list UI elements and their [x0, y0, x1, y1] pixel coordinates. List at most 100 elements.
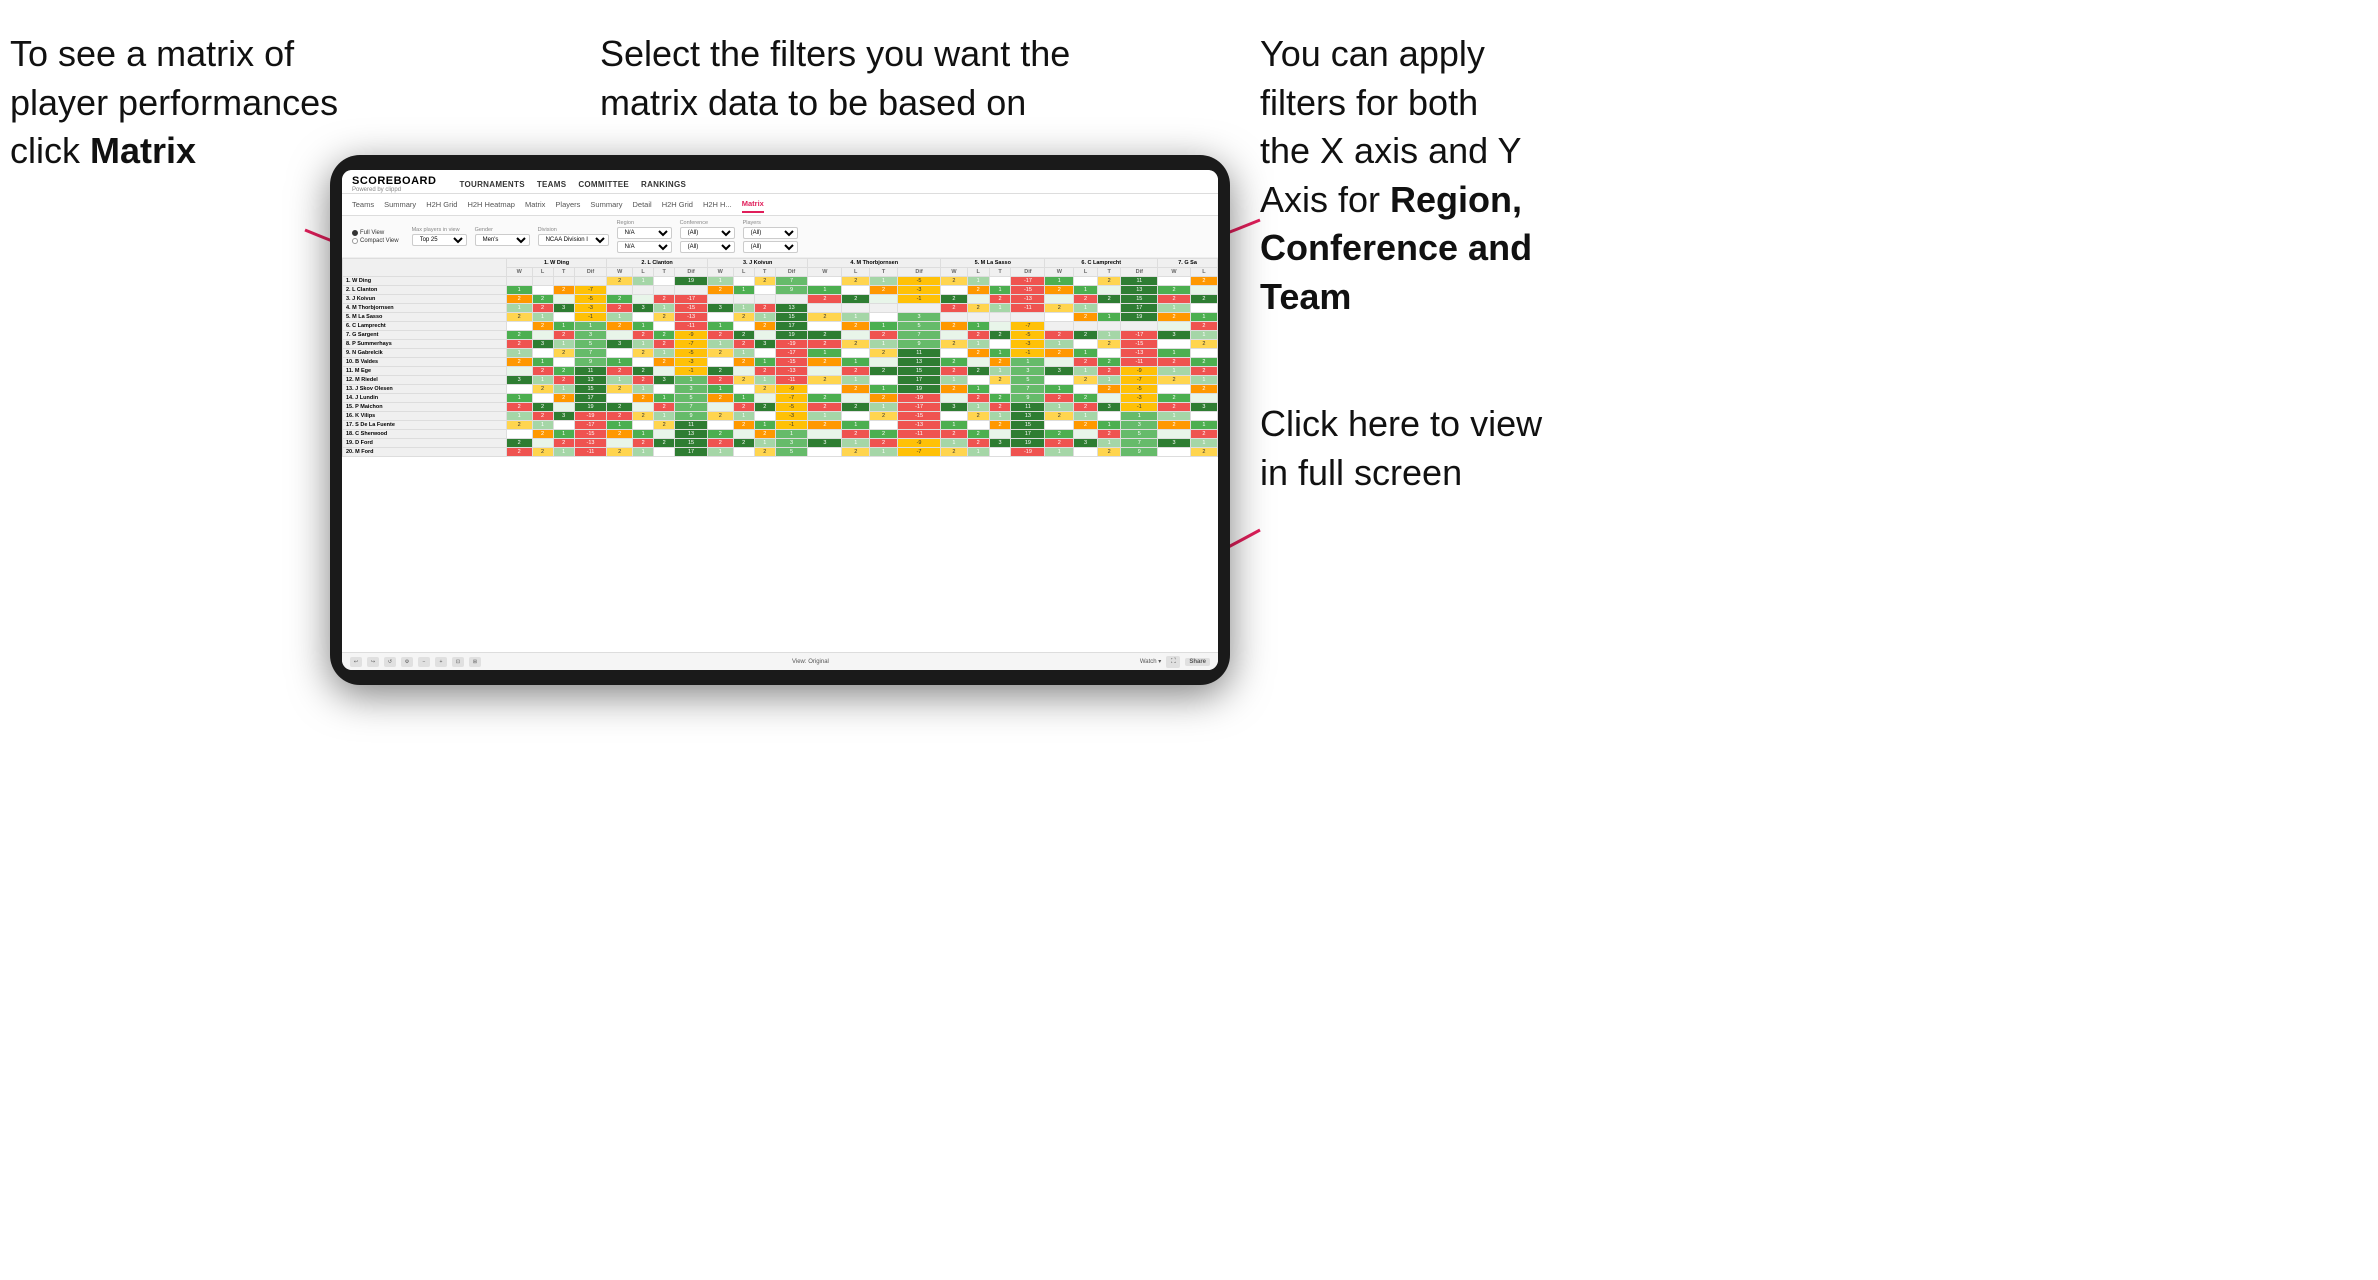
cell-r17-c19: 17 [1011, 430, 1045, 439]
cell-r6-c4 [607, 331, 633, 340]
nav-item-committee[interactable]: COMMITTEE [578, 180, 629, 189]
redo-btn[interactable]: ↪ [367, 657, 379, 667]
players-select-2[interactable]: (All) [743, 241, 798, 253]
region-select-2[interactable]: N/A [617, 241, 672, 253]
cell-r2-c21: 2 [1074, 295, 1098, 304]
nav-item-teams[interactable]: TEAMS [537, 180, 567, 189]
cell-r1-c5 [633, 286, 654, 295]
cell-r1-c20: 2 [1045, 286, 1074, 295]
full-view-dot [352, 230, 358, 236]
cell-r15-c13 [842, 412, 870, 421]
nav-item-rankings[interactable]: RANKINGS [641, 180, 686, 189]
cell-r0-c0 [506, 277, 532, 286]
watch-btn[interactable]: Watch ▾ [1140, 658, 1161, 665]
subnav-h2hgrid2[interactable]: H2H Grid [662, 197, 693, 212]
cell-r10-c17: 2 [967, 367, 989, 376]
cell-r2-c14 [870, 295, 898, 304]
cell-r17-c10: 2 [754, 430, 775, 439]
division-select[interactable]: NCAA Division I [538, 234, 609, 246]
cell-r11-c2: 2 [553, 376, 574, 385]
nav-item-tournaments[interactable]: TOURNAMENTS [459, 180, 524, 189]
subnav-matrix1[interactable]: Matrix [525, 197, 545, 212]
compact-view-dot [352, 238, 358, 244]
conference-select-2[interactable]: (All) [680, 241, 735, 253]
cell-r15-c23: 1 [1121, 412, 1158, 421]
cell-r3-c9: 1 [733, 304, 754, 313]
subnav-teams[interactable]: Teams [352, 197, 374, 212]
cell-r0-c25: 2 [1190, 277, 1217, 286]
cell-r18-c14: 2 [870, 439, 898, 448]
undo-btn[interactable]: ↩ [350, 657, 362, 667]
cell-r1-c12: 1 [808, 286, 842, 295]
cell-r18-c0: 2 [506, 439, 532, 448]
cell-r8-c5: 2 [633, 349, 654, 358]
share-btn[interactable]: Share [1185, 658, 1210, 666]
settings-btn[interactable]: ⚙ [401, 657, 413, 667]
cell-r14-c24: 2 [1158, 403, 1191, 412]
cell-r10-c7: -1 [675, 367, 708, 376]
cell-r8-c20: 2 [1045, 349, 1074, 358]
cell-r18-c23: 7 [1121, 439, 1158, 448]
cell-r10-c9 [733, 367, 754, 376]
cell-r5-c20 [1045, 322, 1074, 331]
cell-r4-c13: 1 [842, 313, 870, 322]
zoom-out-btn[interactable]: − [418, 657, 430, 667]
cell-r8-c24: 1 [1158, 349, 1191, 358]
cell-r17-c22: 2 [1097, 430, 1121, 439]
players-select-1[interactable]: (All) [743, 227, 798, 239]
fullscreen-btn[interactable]: ⛶ [1166, 656, 1180, 668]
cell-r6-c12: 2 [808, 331, 842, 340]
subnav-summary2[interactable]: Summary [590, 197, 622, 212]
zoom-in-btn[interactable]: + [435, 657, 447, 667]
cell-r18-c8: 2 [707, 439, 733, 448]
subnav-detail[interactable]: Detail [633, 197, 652, 212]
cell-r3-c16: 2 [941, 304, 968, 313]
sh-t4: T [870, 268, 898, 277]
subnav-h2hheatmap[interactable]: H2H Heatmap [467, 197, 515, 212]
cell-r3-c10: 2 [754, 304, 775, 313]
cell-r13-c21: 2 [1074, 394, 1098, 403]
reset-btn[interactable]: ⊞ [469, 657, 481, 667]
annotation-topcenter: Select the filters you want the matrix d… [600, 30, 1080, 127]
cell-r3-c15 [897, 304, 940, 313]
cell-r15-c8: 2 [707, 412, 733, 421]
cell-r12-c0 [506, 385, 532, 394]
subnav-h2hgrid1[interactable]: H2H Grid [426, 197, 457, 212]
cell-r7-c5: 1 [633, 340, 654, 349]
fit-btn[interactable]: ⊡ [452, 657, 464, 667]
cell-r7-c18 [989, 340, 1011, 349]
cell-r0-c22: 2 [1097, 277, 1121, 286]
cell-r16-c8 [707, 421, 733, 430]
subnav-summary1[interactable]: Summary [384, 197, 416, 212]
cell-r13-c18: 2 [989, 394, 1011, 403]
sh-d5: Dif [1011, 268, 1045, 277]
cell-r19-c14: 1 [870, 448, 898, 457]
cell-r14-c0: 2 [506, 403, 532, 412]
cell-r18-c4 [607, 439, 633, 448]
cell-r2-c10 [754, 295, 775, 304]
cell-r12-c6 [654, 385, 675, 394]
cell-r18-c2: 2 [553, 439, 574, 448]
cell-r16-c9: 2 [733, 421, 754, 430]
cell-r3-c7: -15 [675, 304, 708, 313]
subnav-matrix2[interactable]: Matrix [742, 196, 764, 213]
cell-r7-c15: 9 [897, 340, 940, 349]
cell-r1-c18: 1 [989, 286, 1011, 295]
subnav-players[interactable]: Players [555, 197, 580, 212]
cell-r8-c25 [1190, 349, 1217, 358]
cell-r12-c21 [1074, 385, 1098, 394]
region-select-1[interactable]: N/A [617, 227, 672, 239]
max-players-select[interactable]: Top 25 [412, 234, 467, 246]
compact-view-radio[interactable]: Compact View [352, 238, 399, 244]
gender-select[interactable]: Men's [475, 234, 530, 246]
cell-r7-c17: 1 [967, 340, 989, 349]
subnav-h2hh[interactable]: H2H H... [703, 197, 732, 212]
cell-r0-c7: 19 [675, 277, 708, 286]
full-view-radio[interactable]: Full View [352, 230, 399, 236]
cell-r12-c24 [1158, 385, 1191, 394]
conference-select-1[interactable]: (All) [680, 227, 735, 239]
cell-r8-c18: 1 [989, 349, 1011, 358]
row-header-16: 17. S De La Fuente [343, 421, 507, 430]
cell-r1-c24: 2 [1158, 286, 1191, 295]
refresh-btn[interactable]: ↺ [384, 657, 396, 667]
